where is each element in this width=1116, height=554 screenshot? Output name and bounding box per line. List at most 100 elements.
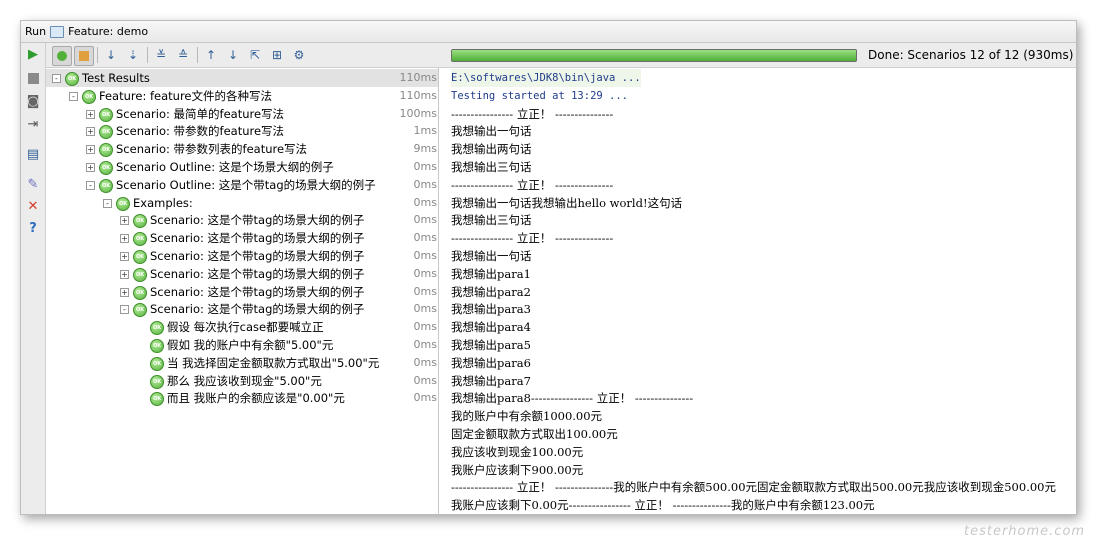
export-icon[interactable]: ⇱	[246, 46, 264, 64]
tree-row[interactable]: + OK Scenario: 这是个带tag的场景大纲的例子 0ms	[46, 229, 438, 247]
sort-alpha-icon[interactable]: ↓	[102, 46, 120, 64]
tree-row[interactable]: + OK Scenario: 带参数列表的feature写法 9ms	[46, 140, 438, 158]
show-passed-icon[interactable]	[52, 46, 72, 66]
collapse-node-icon[interactable]: -	[69, 91, 78, 101]
pin-icon[interactable]: ✎	[25, 176, 41, 192]
tree-row-label: Scenario: 这是个带tag的场景大纲的例子	[150, 249, 365, 263]
settings-gear-icon[interactable]: ⚙	[290, 46, 308, 64]
previous-test-icon[interactable]: ↑	[202, 46, 220, 64]
tree-row-duration: 0ms	[413, 373, 437, 387]
run-titlebar: Run Feature: demo	[21, 21, 1076, 43]
show-ignored-icon[interactable]	[74, 46, 94, 66]
expand-node-icon[interactable]: +	[120, 287, 129, 297]
console-output-line: 我账户应该剩下0.00元---------------- 立正！ -------…	[451, 498, 875, 513]
import-icon[interactable]: ⊞	[268, 46, 286, 64]
tree-row[interactable]: - OK Examples: 0ms	[46, 194, 438, 212]
collapse-node-icon[interactable]: -	[86, 180, 95, 190]
console-system-line: E:\softwares\JDK8\bin\java ...	[451, 69, 641, 87]
collapse-node-icon[interactable]: -	[120, 305, 129, 315]
rerun-icon[interactable]: ▶	[25, 46, 41, 62]
console-output-line: 我账户应该剩下900.00元	[451, 462, 584, 477]
console-output-line: 固定金额取款方式取出100.00元	[451, 427, 618, 441]
tree-row-duration: 0ms	[413, 177, 437, 191]
test-passed-icon: OK	[133, 214, 147, 229]
tree-row-duration: 0ms	[413, 320, 437, 334]
run-title: Run	[25, 25, 47, 38]
help-icon[interactable]: ?	[25, 220, 41, 236]
tree-row[interactable]: - OK Scenario: 这是个带tag的场景大纲的例子 0ms	[46, 300, 438, 318]
tree-row[interactable]: OK 当 我选择固定金额取款方式取出"5.00"元 0ms	[46, 354, 438, 372]
test-passed-icon: OK	[150, 356, 164, 371]
tree-row-label: Scenario: 最简单的feature写法	[116, 106, 285, 121]
test-passed-icon: OK	[133, 285, 147, 300]
test-passed-icon: OK	[65, 72, 79, 86]
tree-row-duration: 110ms	[399, 88, 437, 102]
exit-icon[interactable]: ⇥	[25, 116, 41, 132]
test-runner-toolbar: ↓ ⇣ ≚ ≙ ↑ ↓ ⇱ ⊞ ⚙ Done: Scenarios 12 of …	[46, 43, 1076, 68]
expand-node-icon[interactable]: +	[120, 234, 129, 244]
watermark-text: testerhome.com	[964, 524, 1086, 539]
console-output[interactable]: E:\softwares\JDK8\bin\java ... Testing st…	[439, 68, 1076, 514]
test-passed-icon: OK	[150, 339, 164, 353]
console-output-line: 我想输出para7	[451, 373, 531, 388]
tree-row[interactable]: + OK Scenario: 带参数的feature写法 1ms	[46, 122, 438, 140]
tree-row[interactable]: + OK Scenario: 最简单的feature写法 100ms	[46, 105, 438, 123]
expand-node-icon[interactable]: +	[86, 163, 95, 172]
expand-all-icon[interactable]: ≚	[152, 46, 170, 64]
tree-row[interactable]: + OK Scenario: 这是个带tag的场景大纲的例子 0ms	[46, 283, 438, 301]
tree-row-label: Scenario: 这是个带tag的场景大纲的例子	[150, 302, 365, 317]
close-icon[interactable]: ✕	[25, 198, 41, 214]
expand-node-icon[interactable]: +	[86, 109, 95, 119]
layout-icon[interactable]: ▤	[25, 146, 41, 162]
tree-root-row[interactable]: - OK Test Results 110ms	[46, 69, 438, 87]
console-output-line: 我想输出三句话	[451, 213, 532, 228]
sort-duration-icon[interactable]: ⇣	[124, 46, 142, 64]
test-passed-icon: OK	[99, 143, 113, 158]
tree-row-duration: 9ms	[413, 142, 437, 156]
console-output-line: 我想输出一句话	[451, 249, 532, 263]
console-output-line: 我的账户中有余额1000.00元	[451, 409, 603, 424]
tree-row[interactable]: OK 而且 我账户的余额应该是"0.00"元 0ms	[46, 389, 438, 407]
test-passed-icon: OK	[99, 125, 113, 140]
console-output-line: 我想输出para4	[451, 320, 531, 335]
console-output-line: 我想输出一句话	[451, 124, 532, 139]
stop-icon[interactable]	[25, 70, 41, 86]
tree-row-duration: 0ms	[413, 266, 437, 280]
tree-row[interactable]: + OK Scenario: 这是个带tag的场景大纲的例子 0ms	[46, 211, 438, 229]
tree-row-label: Scenario: 这是个带tag的场景大纲的例子	[150, 213, 365, 228]
console-output-line: 我想输出一句话我想输出hello world!这句话	[451, 195, 683, 210]
run-tab-label[interactable]: Feature: demo	[68, 21, 148, 42]
collapse-all-icon[interactable]: ≙	[174, 46, 192, 64]
expand-node-icon[interactable]: +	[86, 127, 95, 137]
collapse-node-icon[interactable]: -	[52, 74, 61, 83]
tree-row-duration: 0ms	[413, 195, 437, 209]
console-system-line: Testing started at 13:29 ...	[451, 89, 629, 102]
tree-row[interactable]: + OK Scenario: 这是个带tag的场景大纲的例子 0ms	[46, 247, 438, 265]
test-passed-icon: OK	[116, 196, 130, 211]
tree-row-duration: 0ms	[413, 231, 437, 245]
console-output-line: ---------------- 立正！ ---------------我的账户…	[451, 480, 1056, 495]
expand-node-icon[interactable]: +	[120, 269, 129, 279]
next-test-icon[interactable]: ↓	[224, 46, 242, 64]
tree-row[interactable]: OK 假设 每次执行case都要喊立正 0ms	[46, 318, 438, 336]
tree-row[interactable]: + OK Scenario: 这是个带tag的场景大纲的例子 0ms	[46, 265, 438, 283]
tree-row-duration: 0ms	[413, 355, 437, 369]
tree-row-duration: 1ms	[413, 124, 437, 138]
tree-row[interactable]: - OK Scenario Outline: 这是个带tag的场景大纲的例子 0ms	[46, 176, 438, 194]
collapse-node-icon[interactable]: -	[103, 198, 112, 208]
expand-node-icon[interactable]: +	[120, 216, 129, 226]
tree-row[interactable]: - OK Feature: feature文件的各种写法 110ms	[46, 87, 438, 105]
tree-row-label: Examples:	[133, 195, 193, 210]
tree-row[interactable]: OK 假如 我的账户中有余额"5.00"元 0ms	[46, 336, 438, 354]
expand-node-icon[interactable]: +	[86, 145, 95, 155]
tree-row[interactable]: + OK Scenario Outline: 这是个场景大纲的例子 0ms	[46, 158, 438, 176]
console-output-line: 我想输出para6	[451, 355, 531, 370]
camera-icon[interactable]: ◙	[25, 93, 41, 109]
expand-node-icon[interactable]: +	[120, 252, 129, 261]
tree-row[interactable]: OK 那么 我应该收到现金"5.00"元 0ms	[46, 372, 438, 390]
console-output-line: 我想输出para3	[451, 302, 531, 317]
test-passed-icon: OK	[99, 107, 113, 122]
tree-row-duration: 0ms	[413, 160, 437, 173]
tree-row-duration: 110ms	[399, 71, 437, 84]
test-passed-icon: OK	[99, 178, 113, 193]
